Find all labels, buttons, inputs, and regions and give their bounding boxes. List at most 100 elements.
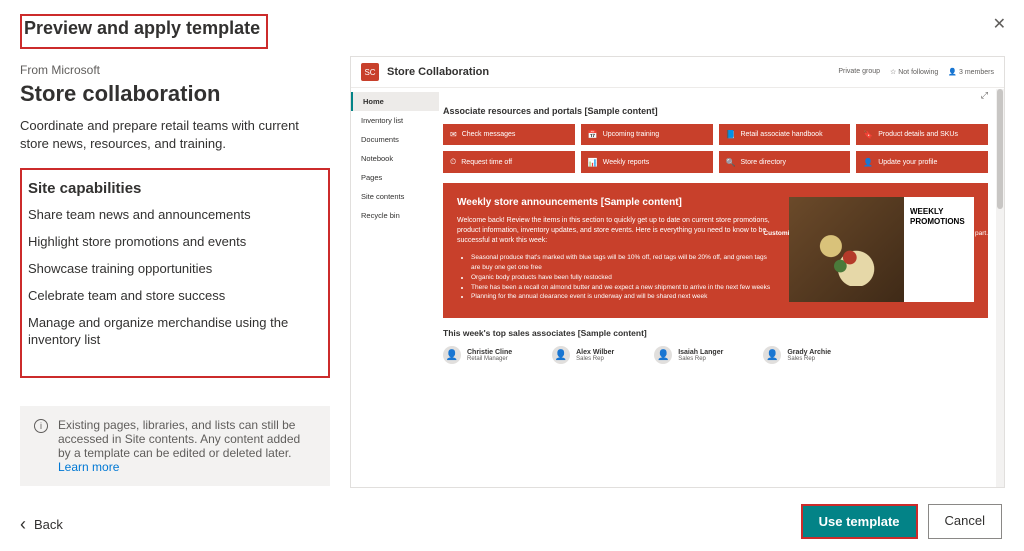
banner-bullets: Seasonal produce that's marked with blue…: [457, 253, 775, 302]
template-name: Store collaboration: [20, 81, 330, 107]
person-role: Retail Manager: [467, 356, 512, 362]
banner-left: Weekly store announcements [Sample conte…: [457, 197, 775, 302]
capabilities-heading: Site capabilities: [28, 180, 318, 197]
tile-update-profile[interactable]: 👤 Update your profile: [856, 151, 988, 173]
site-title: Store Collaboration: [387, 66, 489, 78]
person-card: 👤 Isaiah LangerSales Rep: [654, 346, 723, 364]
nav-item-documents[interactable]: Documents: [351, 130, 439, 149]
info-icon: i: [34, 419, 48, 433]
banner-bullet: Planning for the annual clearance event …: [471, 292, 775, 302]
book-icon: 📘: [726, 130, 736, 139]
tag-icon: 🔖: [863, 130, 873, 139]
banner-title: Weekly store announcements [Sample conte…: [457, 197, 775, 208]
preview-nav: Home Inventory list Documents Notebook P…: [351, 88, 439, 364]
preview-body: Home Inventory list Documents Notebook P…: [351, 88, 1004, 364]
person-name: Isaiah Langer: [678, 349, 723, 356]
tile-label: Update your profile: [878, 159, 937, 166]
nav-item-site-contents[interactable]: Site contents: [351, 187, 439, 206]
person-card: 👤 Grady ArchieSales Rep: [763, 346, 831, 364]
preview-main: ⤢ Associate resources and portals [Sampl…: [439, 88, 1004, 364]
person-name: Grady Archie: [787, 349, 831, 356]
site-logo: SC: [361, 63, 379, 81]
banner-bullet: Organic body products have been fully re…: [471, 273, 775, 283]
capabilities-box: Site capabilities Share team news and an…: [20, 168, 330, 378]
close-icon[interactable]: ✕: [993, 14, 1006, 34]
person-role: Sales Rep: [678, 356, 723, 362]
info-text: Existing pages, libraries, and lists can…: [58, 418, 300, 460]
follow-status: Not following: [890, 68, 938, 76]
nav-item-inventory[interactable]: Inventory list: [351, 111, 439, 130]
capability-item: Celebrate team and store success: [28, 288, 318, 305]
template-source: From Microsoft: [20, 63, 330, 77]
info-message: i Existing pages, libraries, and lists c…: [20, 406, 330, 486]
expand-icon[interactable]: ⤢: [981, 90, 988, 101]
banner-bullet: Seasonal produce that's marked with blue…: [471, 253, 775, 273]
tile-label: Store directory: [740, 159, 786, 166]
clock-icon: ⏲: [450, 157, 456, 167]
tile-handbook[interactable]: 📘 Retail associate handbook: [719, 124, 851, 145]
nav-item-recycle-bin[interactable]: Recycle bin: [351, 206, 439, 225]
modal-title: Preview and apply template: [24, 16, 260, 43]
chart-icon: 📊: [588, 158, 598, 167]
template-preview-frame: SC Store Collaboration Private group Not…: [350, 56, 1005, 488]
capability-item: Share team news and announcements: [28, 207, 318, 224]
capability-item: Highlight store promotions and events: [28, 234, 318, 251]
avatar-icon: 👤: [654, 346, 672, 364]
capability-item: Showcase training opportunities: [28, 261, 318, 278]
member-count: 3 members: [948, 68, 994, 76]
preview-scrollbar[interactable]: [996, 89, 1004, 487]
tile-weekly-reports[interactable]: 📊 Weekly reports: [581, 151, 713, 173]
template-preview-modal: ✕ Preview and apply template From Micros…: [0, 0, 1024, 551]
use-template-button[interactable]: Use template: [801, 504, 918, 539]
mail-icon: ✉: [450, 130, 457, 139]
nav-item-notebook[interactable]: Notebook: [351, 149, 439, 168]
banner-right: Customization guidance: Replace this gra…: [789, 197, 974, 302]
info-text-wrapper: Existing pages, libraries, and lists can…: [58, 418, 316, 474]
learn-more-link[interactable]: Learn more: [58, 460, 119, 474]
avatar-icon: 👤: [443, 346, 461, 364]
associates-heading: This week's top sales associates [Sample…: [443, 328, 988, 338]
resources-heading: Associate resources and portals [Sample …: [443, 106, 988, 116]
tile-label: Weekly reports: [603, 159, 650, 166]
tile-label: Check messages: [462, 131, 516, 138]
button-row: Use template Cancel: [801, 504, 1002, 539]
tile-label: Retail associate handbook: [740, 131, 822, 138]
associates-section: This week's top sales associates [Sample…: [443, 328, 988, 364]
person-name: Christie Cline: [467, 349, 512, 356]
tile-label: Product details and SKUs: [878, 131, 958, 138]
template-description: Coordinate and prepare retail teams with…: [20, 117, 330, 152]
person-role: Sales Rep: [576, 356, 614, 362]
people-row: 👤 Christie ClineRetail Manager 👤 Alex Wilb…: [443, 346, 988, 364]
resource-tiles: ✉ Check messages 📅 Upcoming training 📘 Reta…: [443, 124, 988, 173]
tile-upcoming-training[interactable]: 📅 Upcoming training: [581, 124, 713, 145]
person-card: 👤 Alex WilberSales Rep: [552, 346, 614, 364]
nav-item-home[interactable]: Home: [351, 92, 439, 111]
person-role: Sales Rep: [787, 356, 831, 362]
back-button[interactable]: Back: [20, 514, 63, 535]
banner-bullet: There has been a recall on almond butter…: [471, 283, 775, 293]
tile-product-details[interactable]: 🔖 Product details and SKUs: [856, 124, 988, 145]
tile-label: Upcoming training: [603, 131, 659, 138]
tile-check-messages[interactable]: ✉ Check messages: [443, 124, 575, 145]
title-highlight: Preview and apply template: [20, 14, 268, 49]
person-name: Alex Wilber: [576, 349, 614, 356]
calendar-icon: 📅: [588, 130, 598, 139]
capability-item: Manage and organize merchandise using th…: [28, 315, 318, 349]
tile-time-off[interactable]: ⏲ Request time off: [443, 151, 575, 173]
avatar-icon: 👤: [763, 346, 781, 364]
preview-site-header: SC Store Collaboration Private group Not…: [351, 57, 1004, 88]
banner-image: [789, 197, 904, 302]
cancel-button[interactable]: Cancel: [928, 504, 1002, 539]
site-meta: Private group Not following 3 members: [838, 68, 994, 76]
person-card: 👤 Christie ClineRetail Manager: [443, 346, 512, 364]
group-privacy: Private group: [838, 68, 880, 76]
avatar-icon: 👤: [552, 346, 570, 364]
banner-intro: Welcome back! Review the items in this s…: [457, 216, 775, 245]
tile-label: Request time off: [461, 159, 512, 166]
user-icon: 👤: [863, 158, 873, 167]
tile-store-directory[interactable]: 🔍 Store directory: [719, 151, 851, 173]
nav-item-pages[interactable]: Pages: [351, 168, 439, 187]
announcements-banner: Weekly store announcements [Sample conte…: [443, 183, 988, 318]
search-icon: 🔍: [726, 158, 736, 167]
left-pane: Preview and apply template From Microsof…: [20, 14, 330, 486]
